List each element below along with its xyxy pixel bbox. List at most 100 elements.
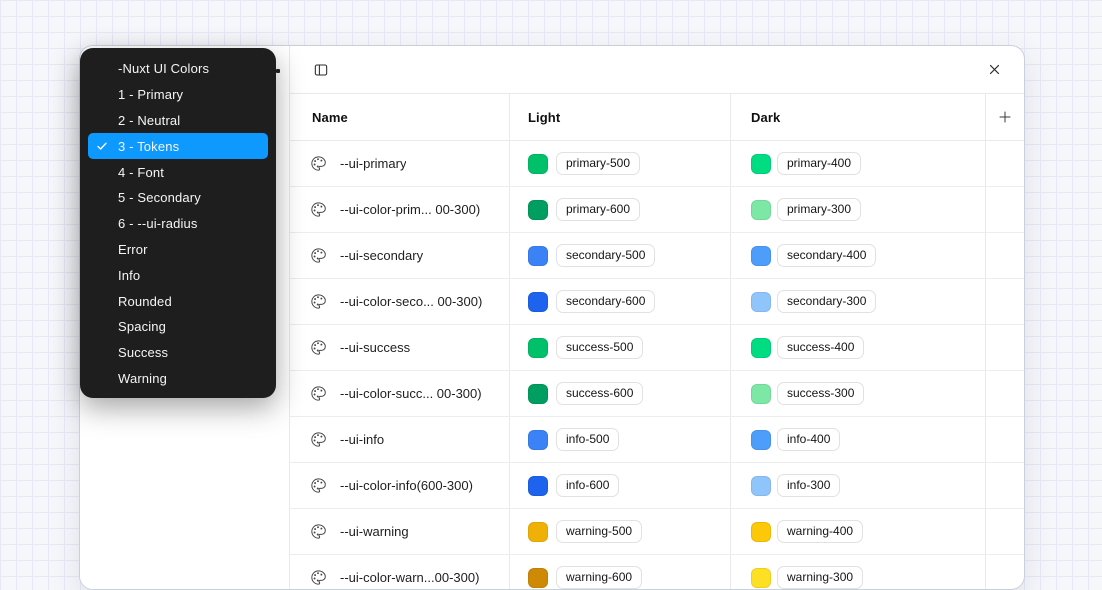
light-token-chip[interactable]: warning-600 xyxy=(556,566,642,589)
light-token-chip[interactable]: info-600 xyxy=(556,474,619,497)
dark-token-chip[interactable]: success-400 xyxy=(777,336,864,359)
table-body: --ui-primary primary-500 primary-400 xyxy=(290,141,1024,590)
variable-name: --ui-warning xyxy=(340,524,409,539)
column-header-name: Name xyxy=(290,94,509,140)
plus-icon xyxy=(997,109,1013,125)
light-token-chip[interactable]: secondary-500 xyxy=(556,244,655,267)
dark-token-chip[interactable]: info-400 xyxy=(777,428,840,451)
dark-color-swatch[interactable] xyxy=(751,292,771,312)
dark-color-swatch[interactable] xyxy=(751,476,771,496)
table-row[interactable]: --ui-primary primary-500 primary-400 xyxy=(290,141,1024,187)
menu-item[interactable]: 5 - Secondary xyxy=(88,185,268,211)
light-color-swatch[interactable] xyxy=(528,476,548,496)
palette-icon xyxy=(310,477,327,494)
dark-token-chip[interactable]: secondary-300 xyxy=(777,290,876,313)
variable-name: --ui-color-succ... 00-300) xyxy=(340,386,482,401)
table-row[interactable]: --ui-secondary secondary-500 secondary-4… xyxy=(290,233,1024,279)
sidebar-toggle-button[interactable] xyxy=(310,60,332,80)
light-token-chip[interactable]: primary-600 xyxy=(556,198,640,221)
table-row[interactable]: --ui-color-succ... 00-300) success-600 s… xyxy=(290,371,1024,417)
dark-color-swatch[interactable] xyxy=(751,384,771,404)
variable-name: --ui-color-seco... 00-300) xyxy=(340,294,482,309)
modal-toolbar xyxy=(290,46,1024,94)
sidebar-toggle-icon xyxy=(312,62,330,78)
dark-token-chip[interactable]: primary-400 xyxy=(777,152,861,175)
variable-name: --ui-color-info(600-300) xyxy=(340,478,473,493)
table-row[interactable]: --ui-color-seco... 00-300) secondary-600… xyxy=(290,279,1024,325)
menu-item[interactable]: 2 - Neutral xyxy=(88,108,268,134)
light-color-swatch[interactable] xyxy=(528,522,548,542)
menu-item[interactable]: -Nuxt UI Colors xyxy=(88,56,268,82)
menu-item[interactable]: Info xyxy=(88,262,268,288)
dark-color-swatch[interactable] xyxy=(751,522,771,542)
light-color-swatch[interactable] xyxy=(528,246,548,266)
menu-item[interactable]: Warning xyxy=(88,366,268,392)
table-row[interactable]: --ui-color-warn...00-300) warning-600 wa… xyxy=(290,555,1024,590)
light-token-chip[interactable]: info-500 xyxy=(556,428,619,451)
menu-item[interactable]: 4 - Font xyxy=(88,159,268,185)
palette-icon xyxy=(310,385,327,402)
variable-name: --ui-primary xyxy=(340,156,406,171)
menu-item-label: 3 - Tokens xyxy=(118,139,179,154)
light-color-swatch[interactable] xyxy=(528,200,548,220)
dark-token-chip[interactable]: info-300 xyxy=(777,474,840,497)
light-color-swatch[interactable] xyxy=(528,292,548,312)
table-row[interactable]: --ui-success success-500 success-400 xyxy=(290,325,1024,371)
dark-token-chip[interactable]: primary-300 xyxy=(777,198,861,221)
menu-item[interactable]: Success xyxy=(88,340,268,366)
add-mode-button[interactable] xyxy=(995,107,1015,127)
table-row[interactable]: --ui-color-prim... 00-300) primary-600 p… xyxy=(290,187,1024,233)
table-row[interactable]: --ui-color-info(600-300) info-600 info-3… xyxy=(290,463,1024,509)
column-header-dark: Dark xyxy=(730,94,985,140)
light-color-swatch[interactable] xyxy=(528,384,548,404)
palette-icon xyxy=(310,155,327,172)
light-token-chip[interactable]: primary-500 xyxy=(556,152,640,175)
menu-item[interactable]: Rounded xyxy=(88,288,268,314)
dark-color-swatch[interactable] xyxy=(751,568,771,588)
menu-item-label: 4 - Font xyxy=(118,165,164,180)
dark-color-swatch[interactable] xyxy=(751,200,771,220)
menu-item[interactable]: 1 - Primary xyxy=(88,82,268,108)
menu-item-label: -Nuxt UI Colors xyxy=(118,61,209,76)
dark-color-swatch[interactable] xyxy=(751,246,771,266)
dark-token-chip[interactable]: warning-300 xyxy=(777,566,863,589)
column-header-light: Light xyxy=(509,94,730,140)
light-token-chip[interactable]: success-600 xyxy=(556,382,643,405)
menu-item-label: Info xyxy=(118,268,140,283)
menu-item[interactable]: Spacing xyxy=(88,314,268,340)
light-color-swatch[interactable] xyxy=(528,154,548,174)
close-button[interactable] xyxy=(985,60,1004,79)
menu-item[interactable]: 6 - --ui-radius xyxy=(88,211,268,237)
menu-item[interactable]: Error xyxy=(88,237,268,263)
palette-icon xyxy=(310,523,327,540)
menu-item-label: 2 - Neutral xyxy=(118,113,180,128)
menu-item-label: Spacing xyxy=(118,319,166,334)
palette-icon xyxy=(310,293,327,310)
table-row[interactable]: --ui-warning warning-500 warning-400 xyxy=(290,509,1024,555)
light-color-swatch[interactable] xyxy=(528,338,548,358)
dark-color-swatch[interactable] xyxy=(751,154,771,174)
palette-icon xyxy=(310,201,327,218)
palette-icon xyxy=(310,247,327,264)
light-color-swatch[interactable] xyxy=(528,568,548,588)
menu-item-label: Rounded xyxy=(118,294,172,309)
table-row[interactable]: --ui-info info-500 info-400 xyxy=(290,417,1024,463)
variables-table: Name Light Dark xyxy=(290,94,1024,589)
dark-token-chip[interactable]: success-300 xyxy=(777,382,864,405)
menu-item[interactable]: 3 - Tokens xyxy=(88,133,268,159)
light-token-chip[interactable]: secondary-600 xyxy=(556,290,655,313)
dark-color-swatch[interactable] xyxy=(751,338,771,358)
light-token-chip[interactable]: success-500 xyxy=(556,336,643,359)
dark-token-chip[interactable]: secondary-400 xyxy=(777,244,876,267)
variables-table-area: Name Light Dark xyxy=(290,46,1024,589)
dark-token-chip[interactable]: warning-400 xyxy=(777,520,863,543)
dropdown-caret-peek xyxy=(276,69,280,73)
light-color-swatch[interactable] xyxy=(528,430,548,450)
dark-color-swatch[interactable] xyxy=(751,430,771,450)
menu-item-label: 5 - Secondary xyxy=(118,190,201,205)
variable-name: --ui-success xyxy=(340,340,410,355)
menu-item-label: 1 - Primary xyxy=(118,87,183,102)
variable-name: --ui-color-warn...00-300) xyxy=(340,570,479,585)
variable-name: --ui-secondary xyxy=(340,248,423,263)
light-token-chip[interactable]: warning-500 xyxy=(556,520,642,543)
